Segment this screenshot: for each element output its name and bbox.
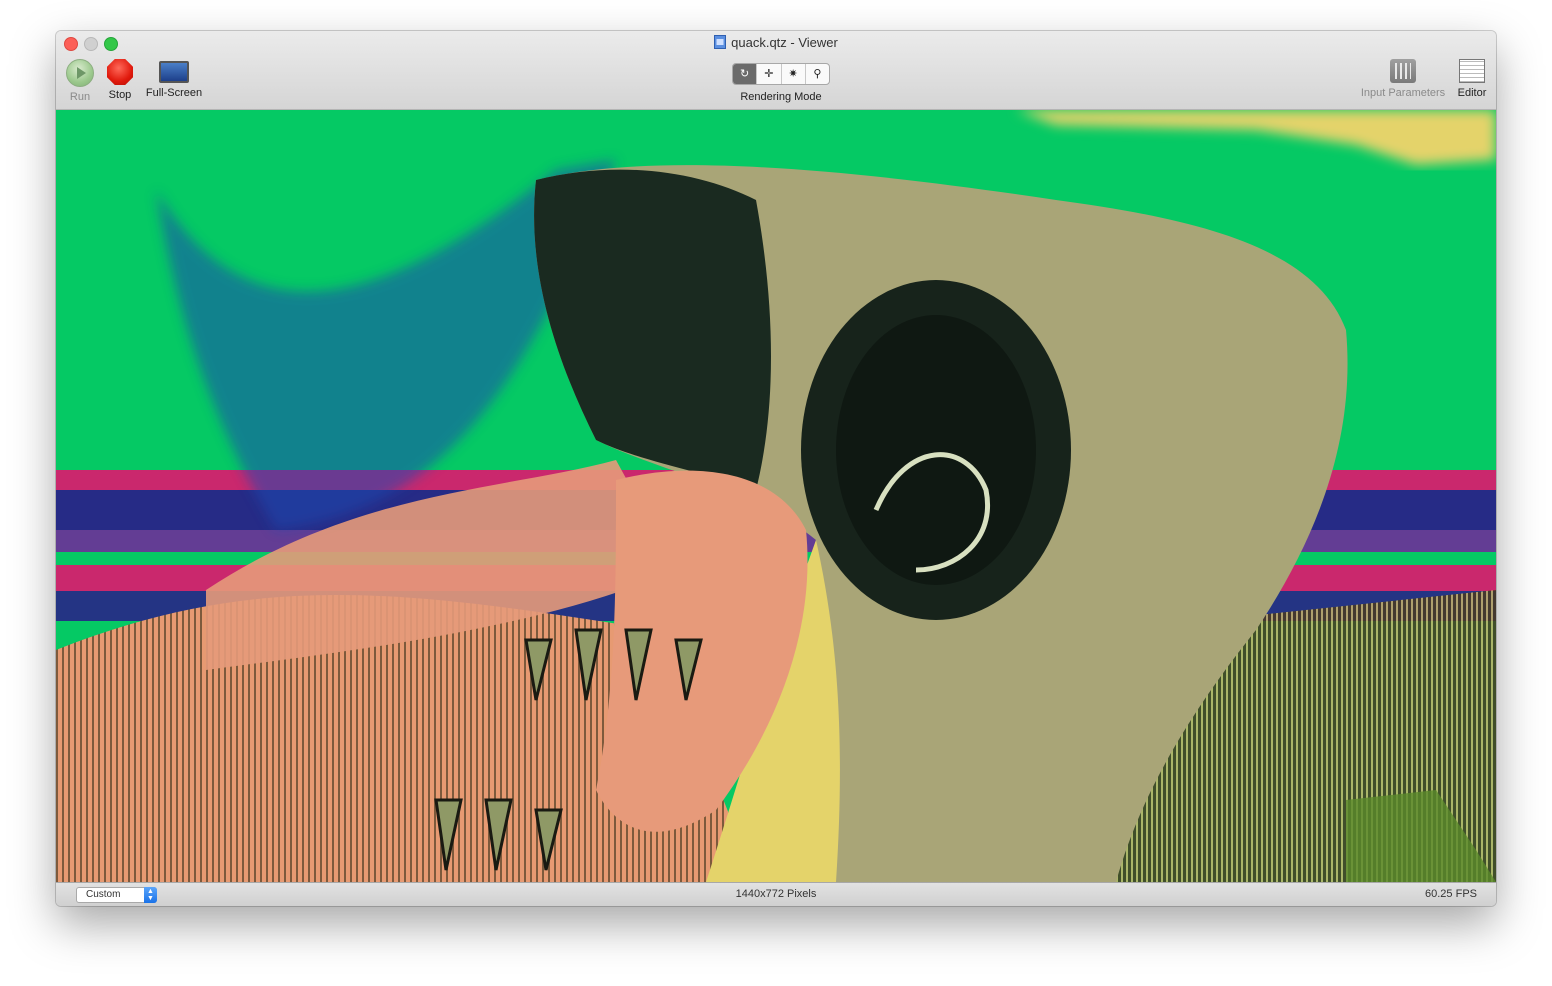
stop-label: Stop [108,89,132,101]
full-screen-icon [159,61,189,83]
editor-grid-icon [1459,59,1485,83]
run-label: Run [69,91,91,103]
rendering-mode-control: ↻ ✛ ✷ ⚲ Rendering Mode [731,63,831,103]
run-button[interactable]: Run [66,59,94,103]
stop-icon [107,59,133,85]
debug-bug-icon[interactable]: ✷ [782,64,806,84]
titlebar: quack.qtz - Viewer Run Stop Full-Screen … [56,31,1496,110]
rendering-mode-label: Rendering Mode [740,91,822,103]
viewer-window: quack.qtz - Viewer Run Stop Full-Screen … [56,31,1496,906]
stop-button[interactable]: Stop [106,59,134,101]
status-bar: Custom ▲ ▼ 1440x772 Pixels 60.25 FPS [56,882,1496,906]
full-screen-label: Full-Screen [145,87,203,99]
editor-button[interactable]: Editor [1451,59,1493,99]
rendered-artwork [56,110,1496,882]
dimensions-readout: 1440x772 Pixels [735,888,817,900]
window-title-area: quack.qtz - Viewer [56,35,1496,50]
render-viewport[interactable] [56,110,1496,882]
refresh-mode-icon[interactable]: ↻ [733,64,758,84]
move-mode-icon[interactable]: ✛ [757,64,782,84]
full-screen-button[interactable]: Full-Screen [142,59,206,99]
magnifier-icon[interactable]: ⚲ [806,64,829,84]
rendering-mode-segmented: ↻ ✛ ✷ ⚲ [732,63,830,85]
input-parameters-button[interactable]: Input Parameters [1354,59,1452,99]
composition-document-icon [714,35,727,49]
input-parameters-label: Input Parameters [1360,87,1446,99]
editor-label: Editor [1457,87,1487,99]
sliders-icon [1390,59,1416,83]
window-title: quack.qtz - Viewer [731,35,838,50]
fps-readout: 60.25 FPS [1425,888,1477,900]
play-icon [66,59,94,87]
